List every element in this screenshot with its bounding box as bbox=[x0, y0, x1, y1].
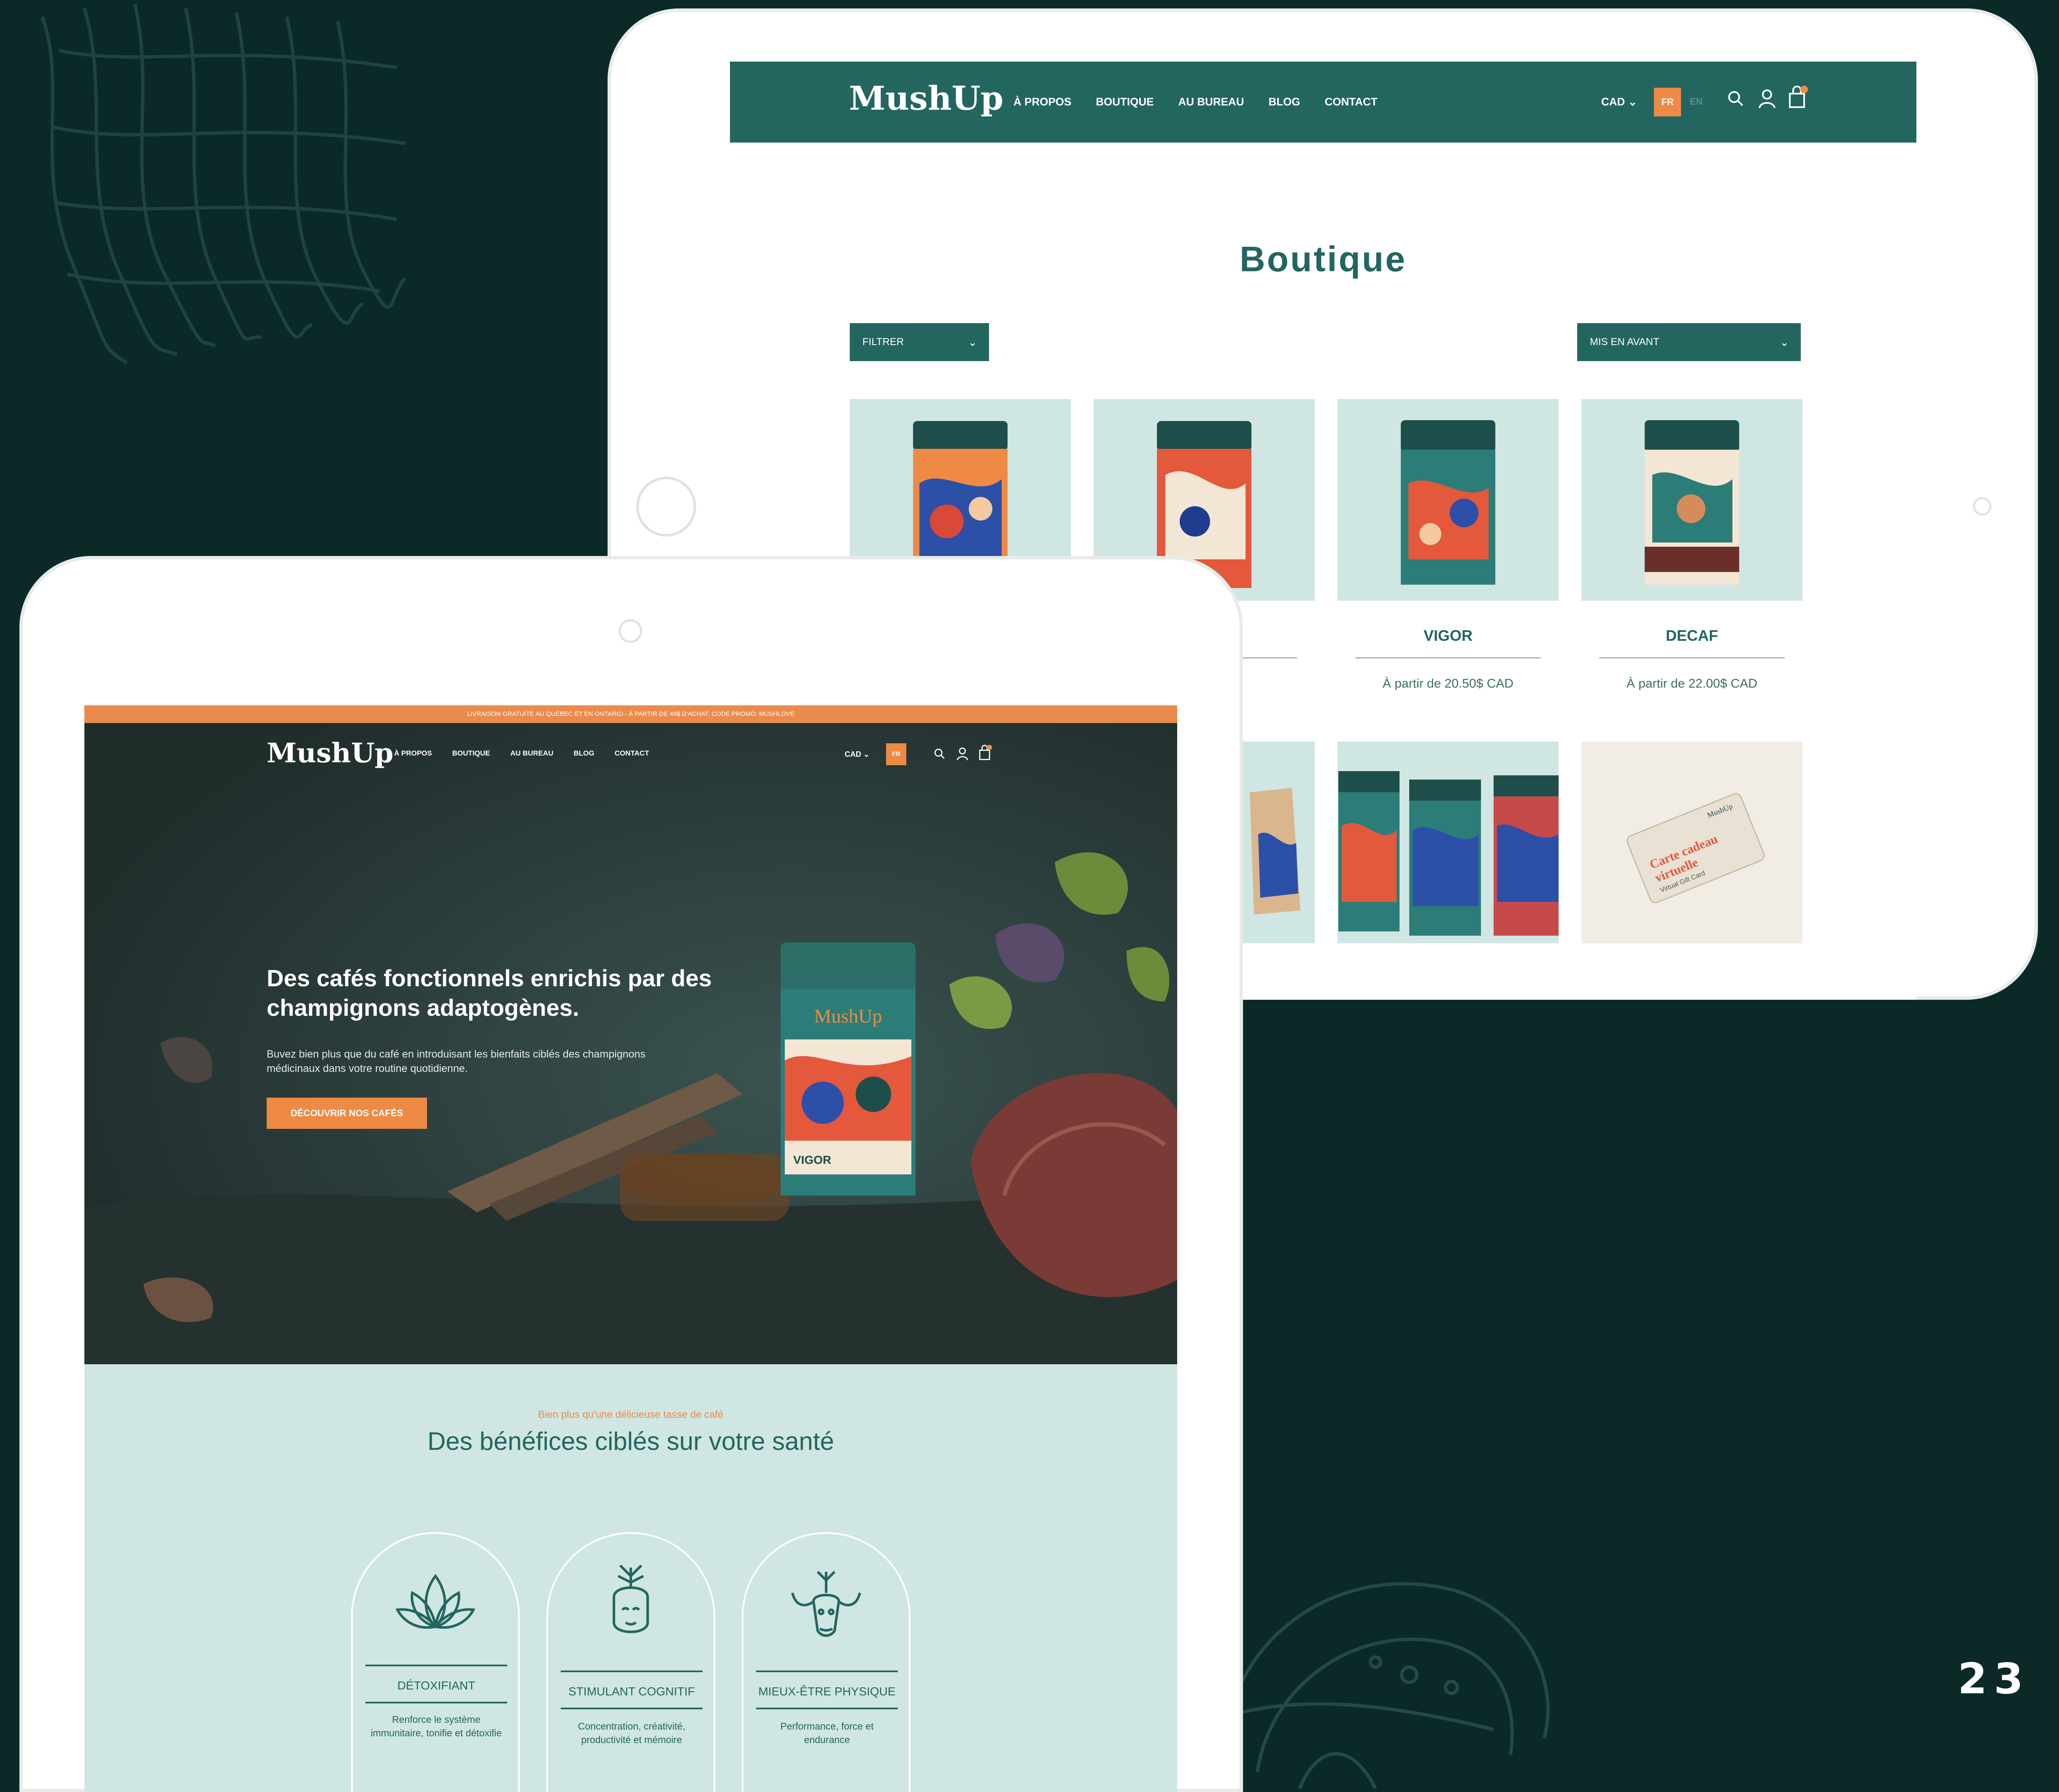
chevron-down-icon: ⌄ bbox=[968, 336, 977, 348]
product-price: À partir de 20.50$ CAD bbox=[1382, 677, 1514, 691]
promo-banner: LIVRAISON GRATUITE AU QUÉBEC ET EN ONTAR… bbox=[84, 705, 1177, 723]
search-icon[interactable] bbox=[933, 748, 946, 760]
product-divider bbox=[1599, 657, 1785, 659]
currency-selector[interactable]: CAD ⌄ bbox=[845, 750, 870, 759]
search-icon[interactable] bbox=[1727, 89, 1745, 108]
benefit-card-cognitive: STIMULANT COGNITIF Concentration, créati… bbox=[546, 1532, 715, 1792]
benefit-description: Renforce le système immunitaire, tonifie… bbox=[370, 1714, 502, 1738]
coffee-tin-image bbox=[1401, 420, 1495, 585]
lang-en-button[interactable]: EN bbox=[1690, 96, 1703, 107]
product-card-image[interactable] bbox=[1338, 399, 1559, 601]
nav-about[interactable]: À PROPOS bbox=[1013, 95, 1071, 108]
benefit-description: Concentration, créativité, productivité … bbox=[578, 1721, 686, 1745]
gift-card-product[interactable]: Carte cadeau virtuelle Virtual Gift Card… bbox=[1581, 742, 1802, 943]
benefit-card-detox: DÉTOXIFIANT Renforce le système immunita… bbox=[351, 1532, 520, 1792]
bull-icon bbox=[791, 1571, 861, 1637]
product-card-image[interactable] bbox=[1581, 399, 1802, 601]
product-divider bbox=[1355, 657, 1541, 659]
benefit-description: Performance, force et endurance bbox=[780, 1721, 874, 1745]
benefit-card-physical: MIEUX-ÊTRE PHYSIQUE Performance, force e… bbox=[742, 1532, 911, 1792]
tablet-camera bbox=[619, 619, 642, 643]
currency-label: CAD bbox=[1601, 95, 1625, 108]
coffee-tin-image bbox=[1645, 420, 1739, 585]
cart-icon[interactable] bbox=[1787, 85, 1808, 109]
tablet-camera bbox=[636, 477, 696, 537]
account-icon[interactable] bbox=[1758, 89, 1776, 109]
filter-dropdown[interactable]: FILTRER ⌄ bbox=[850, 323, 989, 361]
nav-shop[interactable]: BOUTIQUE bbox=[1096, 95, 1154, 108]
hero-background-image bbox=[84, 723, 1177, 1364]
tablet-home: LIVRAISON GRATUITE AU QUÉBEC ET EN ONTAR… bbox=[19, 556, 1243, 1792]
product-name[interactable]: VIGOR bbox=[1338, 627, 1559, 645]
lotus-icon bbox=[395, 1573, 476, 1629]
site-logo[interactable]: MushUp bbox=[267, 737, 394, 769]
currency-selector[interactable]: CAD ⌄ bbox=[1601, 95, 1637, 108]
tablet-sensor bbox=[1973, 497, 1991, 515]
benefits-title: Des bénéfices ciblés sur votre santé bbox=[427, 1427, 834, 1455]
nav-office[interactable]: AU BUREAU bbox=[1178, 95, 1244, 108]
product-card-image[interactable] bbox=[1338, 742, 1559, 943]
account-icon[interactable] bbox=[956, 747, 969, 761]
benefit-divider bbox=[561, 1671, 703, 1672]
main-nav: À PROPOS BOUTIQUE AU BUREAU BLOG CONTACT bbox=[1013, 95, 1378, 108]
sort-dropdown[interactable]: MIS EN AVANT ⌄ bbox=[1577, 323, 1801, 361]
benefit-divider bbox=[756, 1671, 898, 1672]
home-screen: LIVRAISON GRATUITE AU QUÉBEC ET EN ONTAR… bbox=[84, 705, 1177, 1792]
nav-blog[interactable]: BLOG bbox=[573, 749, 594, 758]
page-title: Boutique bbox=[1240, 239, 1407, 279]
nav-office[interactable]: AU BUREAU bbox=[510, 749, 553, 758]
sort-label: MIS EN AVANT bbox=[1590, 336, 1659, 348]
lang-fr-button[interactable]: FR bbox=[886, 743, 906, 765]
benefit-name: STIMULANT COGNITIF bbox=[568, 1685, 695, 1698]
benefit-divider bbox=[756, 1708, 898, 1709]
chevron-down-icon: ⌄ bbox=[1780, 336, 1789, 348]
gift-card-image: Carte cadeau virtuelle Virtual Gift Card… bbox=[1627, 793, 1765, 904]
product-name[interactable]: DECAF bbox=[1581, 627, 1802, 645]
site-logo[interactable]: MushUp bbox=[849, 79, 1003, 118]
decorative-scribble bbox=[41, 4, 406, 364]
discover-coffees-button[interactable]: DÉCOUVRIR NOS CAFÉS bbox=[267, 1098, 427, 1129]
hero-subheadline: Buvez bien plus que du café en introduis… bbox=[267, 1048, 646, 1074]
nav-about[interactable]: À PROPOS bbox=[394, 749, 432, 758]
currency-label: CAD bbox=[845, 750, 861, 758]
shop-header: MushUp À PROPOS BOUTIQUE AU BUREAU BLOG … bbox=[730, 62, 1916, 143]
tin-brand-label: MushUp bbox=[814, 1005, 882, 1027]
head-plant-icon bbox=[613, 1564, 649, 1633]
page-number: 23 bbox=[1958, 1654, 2030, 1703]
benefit-name: DÉTOXIFIANT bbox=[397, 1679, 476, 1692]
hero-section: MushUp VIGOR MushUp À PROPOS BOUTIQUE AU… bbox=[84, 723, 1177, 1364]
cart-icon[interactable] bbox=[978, 744, 992, 761]
nav-blog[interactable]: BLOG bbox=[1268, 95, 1300, 108]
benefit-divider bbox=[365, 1665, 507, 1666]
hero-headline: Des cafés fonctionnels enrichis par des … bbox=[267, 965, 712, 1021]
nav-contact[interactable]: CONTACT bbox=[1325, 95, 1378, 108]
nav-contact[interactable]: CONTACT bbox=[615, 749, 649, 758]
nav-shop[interactable]: BOUTIQUE bbox=[452, 749, 490, 758]
filter-label: FILTRER bbox=[862, 336, 904, 348]
main-nav: À PROPOS BOUTIQUE AU BUREAU BLOG CONTACT bbox=[394, 749, 649, 758]
product-price: À partir de 22.00$ CAD bbox=[1626, 677, 1758, 691]
tin-variant-label: VIGOR bbox=[793, 1153, 831, 1166]
coffee-tins-bundle-image bbox=[1338, 771, 1559, 936]
benefit-name: MIEUX-ÊTRE PHYSIQUE bbox=[758, 1685, 896, 1698]
benefits-kicker: Bien plus qu'une délicieuse tasse de caf… bbox=[538, 1409, 724, 1420]
lang-fr-button[interactable]: FR bbox=[1654, 88, 1681, 116]
vigor-coffee-tin-image: MushUp VIGOR bbox=[781, 942, 916, 1196]
benefit-divider bbox=[365, 1702, 507, 1703]
benefit-divider bbox=[561, 1708, 703, 1709]
